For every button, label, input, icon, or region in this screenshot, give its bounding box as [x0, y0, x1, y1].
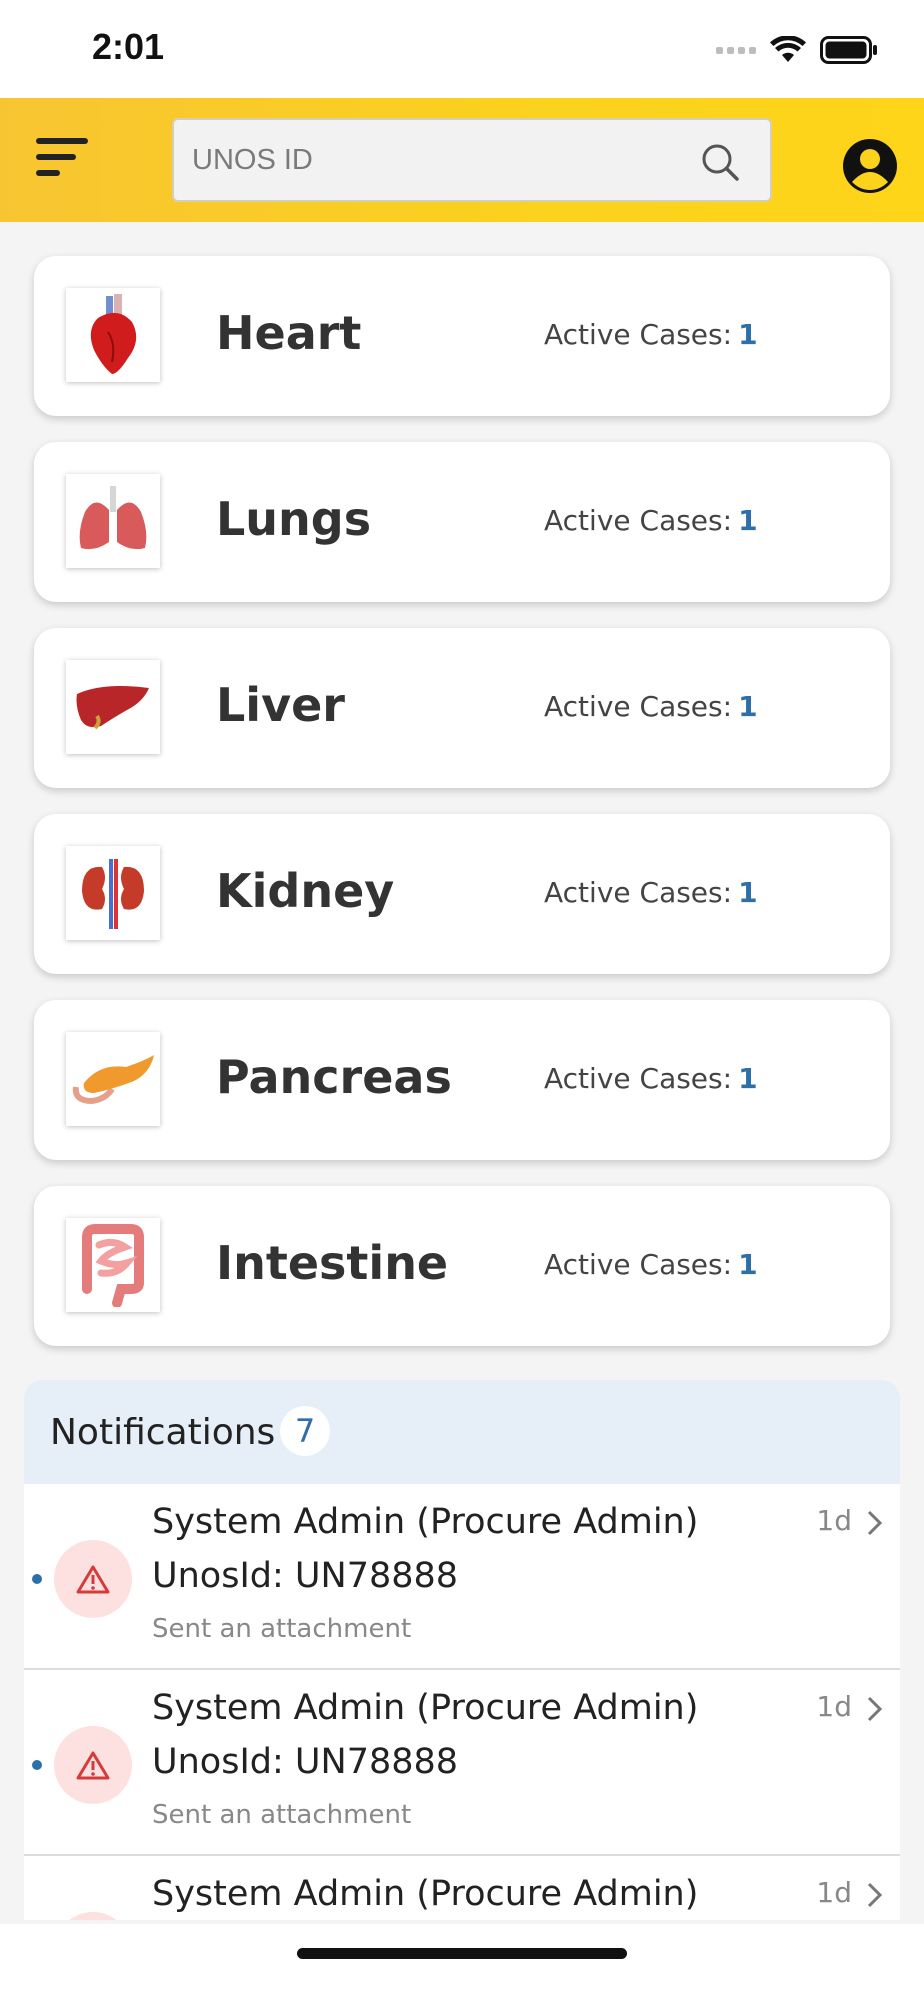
active-cases: Active Cases: 1: [544, 876, 758, 909]
active-cases-label: Active Cases:: [544, 876, 733, 909]
lungs-icon: [66, 474, 160, 568]
profile-icon[interactable]: [842, 138, 898, 194]
notification-sender: System Admin (Procure Admin): [152, 1502, 699, 1542]
menu-icon[interactable]: [36, 132, 92, 182]
organ-name: Liver: [216, 678, 345, 732]
home-indicator-area: [0, 1924, 924, 2000]
organ-name: Heart: [216, 306, 362, 360]
notification-sender: System Admin (Procure Admin): [152, 1688, 699, 1728]
notification-time: 1d: [816, 1876, 852, 1909]
active-cases: Active Cases: 1: [544, 1248, 758, 1281]
battery-icon: [820, 36, 877, 64]
active-cases-label: Active Cases:: [544, 1248, 733, 1281]
organ-card-lungs[interactable]: Lungs Active Cases: 1: [34, 442, 890, 602]
organ-name: Kidney: [216, 864, 395, 918]
active-cases-count: 1: [738, 876, 758, 909]
notifications-panel: Notifications 7 System Admin (Procure Ad…: [24, 1380, 900, 1920]
warning-icon: [54, 1912, 132, 1920]
notification-sender: System Admin (Procure Admin): [152, 1874, 699, 1914]
active-cases-count: 1: [738, 690, 758, 723]
active-cases: Active Cases: 1: [544, 1062, 758, 1095]
warning-icon: [54, 1726, 132, 1804]
status-bar: 2:01: [0, 0, 924, 98]
organ-card-pancreas[interactable]: Pancreas Active Cases: 1: [34, 1000, 890, 1160]
intestine-icon: [66, 1218, 160, 1312]
pancreas-icon: [66, 1032, 160, 1126]
organ-name: Pancreas: [216, 1050, 452, 1104]
chevron-right-icon: [867, 1510, 883, 1536]
unread-dot: [32, 1760, 42, 1770]
unread-dot: [32, 1574, 42, 1584]
organ-name: Lungs: [216, 492, 372, 546]
active-cases-count: 1: [738, 1062, 758, 1095]
chevron-right-icon: [867, 1696, 883, 1722]
chevron-right-icon: [867, 1882, 883, 1908]
search-input[interactable]: [192, 120, 672, 200]
status-time: 2:01: [92, 26, 165, 67]
active-cases-label: Active Cases:: [544, 690, 733, 723]
wifi-icon: [770, 36, 806, 62]
cellular-signal-icon: [716, 46, 756, 54]
app-header: [0, 98, 924, 222]
warning-icon: [54, 1540, 132, 1618]
notification-message: Sent an attachment: [152, 1800, 412, 1830]
active-cases-label: Active Cases:: [544, 1062, 733, 1095]
notification-time: 1d: [816, 1690, 852, 1723]
notification-time: 1d: [816, 1504, 852, 1537]
home-indicator[interactable]: [297, 1948, 627, 1959]
notification-item[interactable]: System Admin (Procure Admin) UnosId: UN7…: [24, 1484, 900, 1670]
organ-card-liver[interactable]: Liver Active Cases: 1: [34, 628, 890, 788]
kidney-icon: [66, 846, 160, 940]
notification-item[interactable]: System Admin (Procure Admin) 1d: [24, 1856, 900, 1920]
notification-unos-id: UnosId: UN78888: [152, 1742, 459, 1782]
heart-icon: [66, 288, 160, 382]
search-box: [172, 118, 772, 202]
active-cases-label: Active Cases:: [544, 318, 733, 351]
active-cases-label: Active Cases:: [544, 504, 733, 537]
active-cases: Active Cases: 1: [544, 504, 758, 537]
active-cases-count: 1: [738, 1248, 758, 1281]
liver-icon: [66, 660, 160, 754]
organ-name: Intestine: [216, 1236, 449, 1290]
active-cases-count: 1: [738, 504, 758, 537]
organ-card-heart[interactable]: Heart Active Cases: 1: [34, 256, 890, 416]
organ-card-intestine[interactable]: Intestine Active Cases: 1: [34, 1186, 890, 1346]
notifications-count-badge: 7: [280, 1406, 330, 1456]
notification-message: Sent an attachment: [152, 1614, 412, 1644]
notification-unos-id: UnosId: UN78888: [152, 1556, 459, 1596]
status-icons: [716, 34, 878, 66]
organ-card-kidney[interactable]: Kidney Active Cases: 1: [34, 814, 890, 974]
active-cases-count: 1: [738, 318, 758, 351]
search-icon[interactable]: [700, 142, 740, 182]
notifications-header: Notifications 7: [24, 1380, 900, 1484]
notification-item[interactable]: System Admin (Procure Admin) UnosId: UN7…: [24, 1670, 900, 1856]
active-cases: Active Cases: 1: [544, 318, 758, 351]
notifications-title: Notifications: [50, 1412, 276, 1453]
active-cases: Active Cases: 1: [544, 690, 758, 723]
